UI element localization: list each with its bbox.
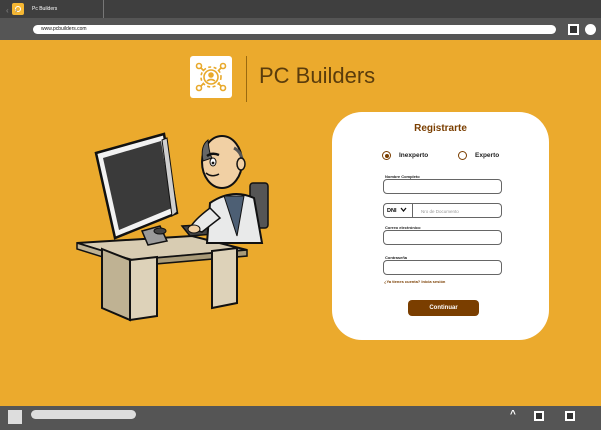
window-icon[interactable] (565, 411, 575, 421)
tab-bar: Pc Builders (0, 0, 601, 18)
option-inexperto[interactable]: Inexperto (382, 151, 428, 160)
doc-type-value: DNI (387, 207, 397, 214)
radio-unselected-icon[interactable] (458, 151, 467, 160)
radio-selected-icon[interactable] (382, 151, 391, 160)
window-icon[interactable] (534, 411, 544, 421)
chevron-down-icon (400, 207, 407, 214)
password-input[interactable] (383, 260, 502, 275)
nav-arrows-icon[interactable]: ‹ › (6, 6, 20, 15)
registration-card: Registrarte Inexperto Experto Nombre Com… (332, 112, 549, 340)
email-input[interactable] (383, 230, 502, 245)
option-label: Inexperto (399, 152, 429, 159)
gear-network-icon (195, 62, 227, 92)
profile-circle-icon[interactable] (585, 24, 596, 35)
taskbar-search-bar[interactable] (31, 410, 136, 419)
logo-divider (246, 56, 247, 102)
full-name-input[interactable] (383, 179, 502, 194)
login-link[interactable]: ¿Ya tienes cuenta? Inicia sesión (384, 279, 445, 284)
option-experto[interactable]: Experto (458, 151, 499, 160)
option-label: Experto (475, 152, 500, 159)
continue-button[interactable]: Continuar (408, 300, 479, 316)
man-at-computer-illustration (76, 132, 269, 322)
start-square-icon[interactable] (8, 410, 22, 424)
chevron-up-icon[interactable]: ^ (510, 409, 516, 420)
window-square-icon[interactable] (568, 24, 579, 35)
brand-name: PC Builders (259, 63, 376, 88)
doc-type-select[interactable]: DNI (383, 203, 413, 218)
address-bar[interactable]: www.pcbuilders.com (33, 25, 556, 34)
brand-logo (190, 56, 232, 98)
doc-number-input[interactable]: Nro de Documento (413, 203, 502, 218)
tab-title: Pc Builders (32, 6, 58, 12)
form-title: Registrarte (414, 123, 467, 134)
